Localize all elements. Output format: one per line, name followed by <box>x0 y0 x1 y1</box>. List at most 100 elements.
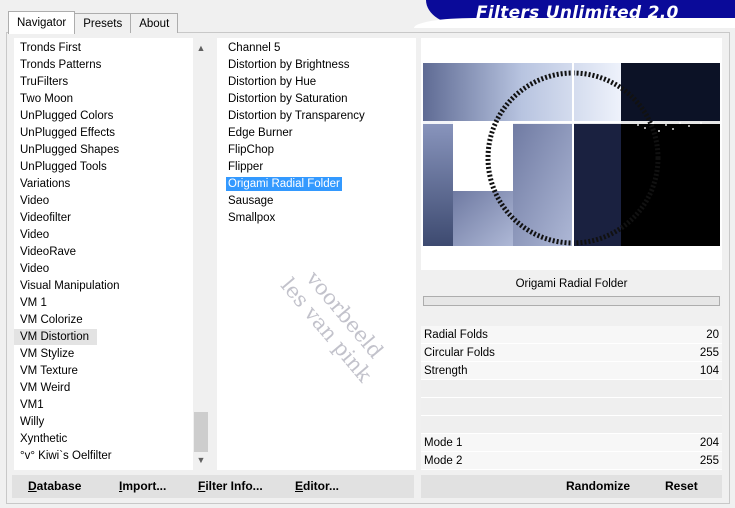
category-item-label: Video <box>20 229 50 241</box>
category-item[interactable]: VM Texture <box>14 363 209 380</box>
import-button[interactable]: Import... <box>119 479 166 493</box>
app-title: Filters Unlimited 2.0 <box>476 3 679 23</box>
filter-item[interactable]: Distortion by Hue <box>217 74 416 91</box>
parameter-label: Strength <box>424 365 468 377</box>
filter-item-label: FlipChop <box>228 144 275 156</box>
category-item[interactable]: Variations <box>14 176 209 193</box>
parameter-label: Mode 2 <box>424 455 463 467</box>
category-item[interactable]: Tronds Patterns <box>14 57 209 74</box>
parameter-value: 20 <box>706 329 719 341</box>
scroll-up-arrow-icon[interactable]: ▲ <box>193 40 209 56</box>
filter-item[interactable]: Edge Burner <box>217 125 416 142</box>
category-item[interactable]: UnPlugged Shapes <box>14 142 209 159</box>
category-list[interactable]: Tronds First Tronds Patterns TruFilters Two… <box>14 38 209 470</box>
tab-about[interactable]: About <box>130 13 179 33</box>
filter-item[interactable]: Distortion by Saturation <box>217 91 416 108</box>
parameter-slider[interactable]: Radial Folds 20 <box>421 326 722 344</box>
category-item[interactable]: Tronds First <box>14 40 209 57</box>
parameter-slider[interactable]: Mode 2 255 <box>421 452 722 470</box>
parameter-empty-slot <box>421 416 722 434</box>
category-item-label: VM Weird <box>20 382 71 394</box>
filter-item[interactable]: Sausage <box>217 193 416 210</box>
filter-item-label: Distortion by Hue <box>228 76 317 88</box>
category-item[interactable]: UnPlugged Tools <box>14 159 209 176</box>
filter-list[interactable]: Channel 5 Distortion by Brightness Distort… <box>217 38 416 470</box>
scroll-down-arrow-icon[interactable]: ▼ <box>193 452 209 468</box>
preview-image <box>423 63 720 246</box>
database-button[interactable]: Database <box>28 479 81 493</box>
filter-item-label: Distortion by Transparency <box>228 110 365 122</box>
parameter-value: 255 <box>699 455 719 467</box>
category-item-label: Two Moon <box>20 93 74 105</box>
category-item-label: Videofilter <box>20 212 71 224</box>
filter-description-bar <box>423 296 720 306</box>
category-item-label: Video <box>20 263 50 275</box>
parameter-slider[interactable]: Circular Folds 255 <box>421 344 722 362</box>
parameter-list: Radial Folds 20 Circular Folds 255 Strength 1… <box>421 326 722 470</box>
category-item[interactable]: Video <box>14 193 209 210</box>
filter-item-label: Distortion by Brightness <box>228 59 350 71</box>
category-item-label: Willy <box>20 416 45 428</box>
filter-item-label: Sausage <box>228 195 274 207</box>
filter-info-button[interactable]: Filter Info... <box>198 479 263 493</box>
filter-item[interactable]: Distortion by Transparency <box>217 108 416 125</box>
filter-item-label: Smallpox <box>228 212 276 224</box>
category-item-label: VM Distortion <box>14 329 98 345</box>
category-item-label: VM Stylize <box>20 348 75 360</box>
parameter-empty-slot <box>421 398 722 416</box>
category-item-label: VideoRave <box>20 246 77 258</box>
category-item-label: UnPlugged Tools <box>20 161 107 173</box>
scroll-thumb[interactable] <box>194 412 208 452</box>
category-scrollbar[interactable]: ▲ ▼ <box>193 38 209 470</box>
category-item[interactable]: VM Colorize <box>14 312 209 329</box>
category-item[interactable]: Xynthetic <box>14 431 209 448</box>
category-item[interactable]: VM 1 <box>14 295 209 312</box>
tab-navigator[interactable]: Navigator <box>8 11 76 34</box>
parameter-slider[interactable]: Strength 104 <box>421 362 722 380</box>
category-item[interactable]: Willy <box>14 414 209 431</box>
filter-item-label: Edge Burner <box>228 127 293 139</box>
filter-item[interactable]: Origami Radial Folder <box>217 176 416 193</box>
filter-item-label: Distortion by Saturation <box>228 93 348 105</box>
editor-button[interactable]: Editor... <box>295 479 339 493</box>
category-item[interactable]: UnPlugged Effects <box>14 125 209 142</box>
filter-item[interactable]: Flipper <box>217 159 416 176</box>
category-item-label: UnPlugged Effects <box>20 127 116 139</box>
parameter-value: 104 <box>699 365 719 377</box>
category-item[interactable]: Visual Manipulation <box>14 278 209 295</box>
parameter-label: Circular Folds <box>424 347 495 359</box>
category-item[interactable]: Video <box>14 261 209 278</box>
reset-button[interactable]: Reset <box>665 479 698 493</box>
parameter-label: Radial Folds <box>424 329 488 341</box>
category-item[interactable]: TruFilters <box>14 74 209 91</box>
filter-item[interactable]: Smallpox <box>217 210 416 227</box>
parameter-value: 255 <box>699 347 719 359</box>
category-item-label: Tronds First <box>20 42 81 54</box>
tab-strip: Navigator Presets About <box>8 11 179 34</box>
category-item-label: VM 1 <box>20 297 47 309</box>
category-item-label: Visual Manipulation <box>20 280 120 292</box>
category-item-label: Tronds Patterns <box>20 59 102 71</box>
filter-item[interactable]: Distortion by Brightness <box>217 57 416 74</box>
filter-item[interactable]: Channel 5 <box>217 40 416 57</box>
category-item-label: VM Texture <box>20 365 78 377</box>
category-item[interactable]: VM Stylize <box>14 346 209 363</box>
selected-filter-name: Origami Radial Folder <box>421 272 722 296</box>
parameter-value: 204 <box>699 437 719 449</box>
category-item[interactable]: VM1 <box>14 397 209 414</box>
randomize-button[interactable]: Randomize <box>566 479 630 493</box>
category-item[interactable]: Video <box>14 227 209 244</box>
category-item[interactable]: VideoRave <box>14 244 209 261</box>
filter-item[interactable]: FlipChop <box>217 142 416 159</box>
parameter-label: Mode 1 <box>424 437 463 449</box>
category-item[interactable]: Videofilter <box>14 210 209 227</box>
category-item[interactable]: °v° Kiwi`s Oelfilter <box>14 448 209 465</box>
category-item[interactable]: Two Moon <box>14 91 209 108</box>
category-item[interactable]: VM Distortion <box>14 329 209 346</box>
category-item-label: °v° Kiwi`s Oelfilter <box>20 450 112 462</box>
parameter-slider[interactable]: Mode 1 204 <box>421 434 722 452</box>
category-item[interactable]: VM Weird <box>14 380 209 397</box>
tab-presets[interactable]: Presets <box>74 13 132 33</box>
category-item[interactable]: UnPlugged Colors <box>14 108 209 125</box>
filter-item-label: Flipper <box>228 161 264 173</box>
